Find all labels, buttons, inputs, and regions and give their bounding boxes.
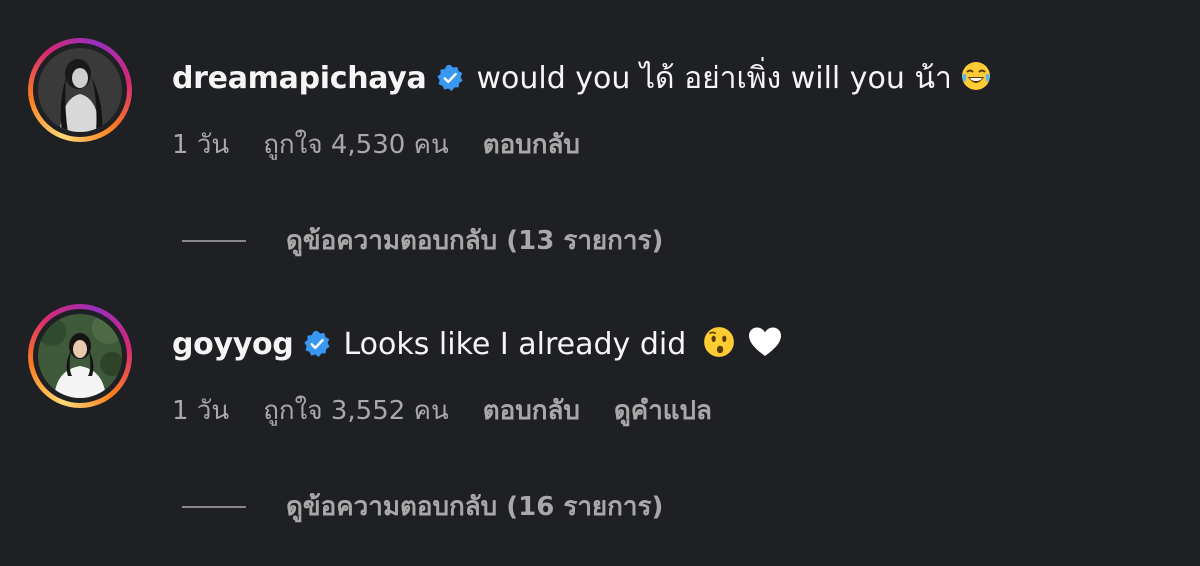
avatar[interactable] bbox=[28, 304, 132, 408]
view-replies-label: ดูข้อความตอบกลับ (16 รายการ) bbox=[286, 492, 664, 522]
avatar-image bbox=[38, 314, 122, 398]
like-count[interactable]: ถูกใจ 4,530 คน bbox=[263, 124, 449, 165]
view-replies-button[interactable]: ดูข้อความตอบกลับ (13 รายการ) bbox=[182, 220, 663, 261]
view-replies-button[interactable]: ดูข้อความตอบกลับ (16 รายการ) bbox=[182, 486, 663, 527]
hushed-face-emoji-icon bbox=[702, 325, 736, 363]
comment-time: 1 วัน bbox=[172, 396, 230, 426]
view-replies-label: ดูข้อความตอบกลับ (13 รายการ) bbox=[286, 226, 664, 256]
avatar-image bbox=[38, 48, 122, 132]
reply-button[interactable]: ตอบกลับ bbox=[483, 124, 580, 165]
tears-of-joy-emoji-icon bbox=[960, 60, 992, 96]
avatar[interactable] bbox=[28, 38, 132, 142]
replies-divider bbox=[182, 505, 246, 508]
verified-badge-icon bbox=[303, 330, 331, 358]
like-count[interactable]: ถูกใจ 3,552 คน bbox=[263, 390, 449, 431]
username[interactable]: goyyog bbox=[172, 327, 294, 362]
replies-divider bbox=[182, 239, 246, 242]
comment-meta: 1 วัน ถูกใจ 3,552 คน ตอบกลับ ดูคำแปล bbox=[172, 390, 746, 431]
comment-text: would you ได้ อย่าเพิ่ง will you น้า bbox=[476, 60, 952, 96]
verified-badge-icon bbox=[436, 64, 464, 92]
white-heart-emoji-icon bbox=[748, 326, 782, 362]
see-translation-button[interactable]: ดูคำแปล bbox=[614, 390, 712, 431]
comment-text: Looks like I already did bbox=[343, 326, 687, 362]
reply-button[interactable]: ตอบกลับ bbox=[483, 390, 580, 431]
comment-time: 1 วัน bbox=[172, 130, 230, 160]
comment-meta: 1 วัน ถูกใจ 4,530 คน ตอบกลับ bbox=[172, 124, 614, 165]
username[interactable]: dreamapichaya bbox=[172, 61, 427, 96]
